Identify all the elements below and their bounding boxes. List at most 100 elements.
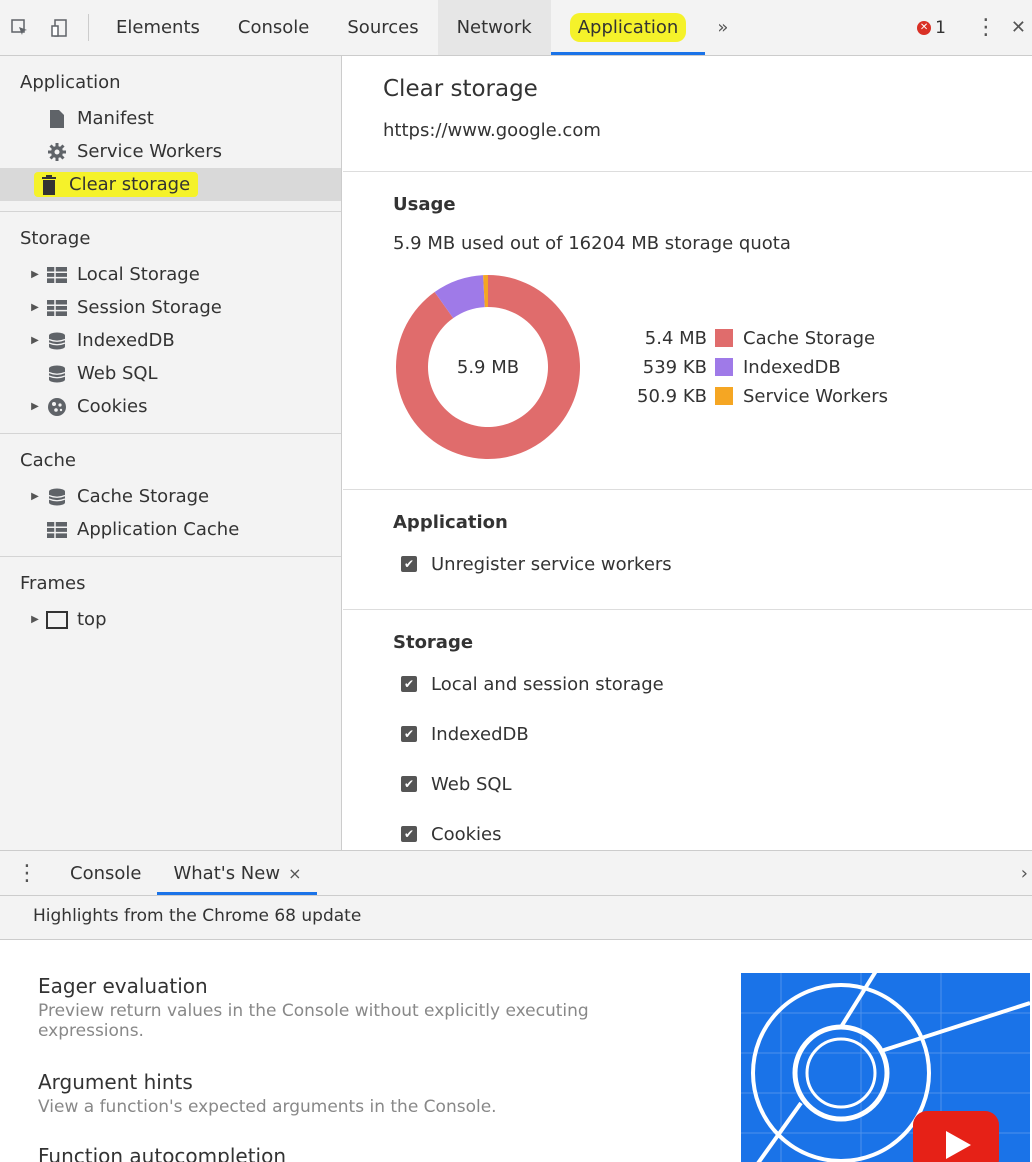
storage-heading: Storage xyxy=(393,632,474,653)
sidebar-item-clear-storage[interactable]: Clear storage xyxy=(0,168,341,201)
tab-label: Elements xyxy=(116,17,200,38)
feature-function-autocompletion: Function autocompletion xyxy=(38,1144,698,1162)
checkbox-indexeddb[interactable]: ✔ IndexedDB xyxy=(393,709,1032,759)
checkbox-label: Web SQL xyxy=(431,773,512,795)
tab-network[interactable]: Network xyxy=(437,0,551,55)
usage-section: Usage 5.9 MB used out of 16204 MB storag… xyxy=(343,172,1032,490)
drawer-tabbar: ⋮ Console What's New × › xyxy=(0,850,1032,896)
more-tabs-button[interactable]: » xyxy=(705,0,740,55)
sidebar-item-label: Web SQL xyxy=(77,363,158,384)
legend-amount: 5.4 MB xyxy=(644,327,707,349)
youtube-play-icon xyxy=(913,1111,999,1162)
storage-section: Storage ✔ Local and session storage ✔ Index… xyxy=(343,610,1032,850)
tab-label: Application xyxy=(569,13,687,42)
inspect-element-icon[interactable] xyxy=(0,0,40,55)
checkbox-icon[interactable]: ✔ xyxy=(401,676,417,692)
sidebar-item-label: Cookies xyxy=(77,396,148,417)
sidebar-section-title: Storage xyxy=(20,228,91,249)
sidebar-item-session-storage[interactable]: ▶ Session Storage xyxy=(0,291,341,324)
sidebar-section-title: Cache xyxy=(20,450,76,471)
sidebar-item-label: Cache Storage xyxy=(77,486,210,507)
drawer-tab-whats-new[interactable]: What's New × xyxy=(157,851,318,895)
sidebar-section-storage: Storage ▶ Local Storage ▶ Session Storage ▶ In… xyxy=(0,212,341,434)
sidebar-item-label: top xyxy=(77,609,107,630)
sidebar-item-label: Application Cache xyxy=(77,519,240,540)
checkbox-icon[interactable]: ✔ xyxy=(401,826,417,842)
chrome-logo-illustration xyxy=(741,973,1030,1162)
checkbox-icon[interactable]: ✔ xyxy=(401,726,417,742)
chrome-update-video-thumbnail[interactable] xyxy=(741,973,1030,1162)
sidebar-item-manifest[interactable]: Manifest xyxy=(0,102,341,135)
cookie-icon xyxy=(46,397,68,417)
sidebar-section-application: Application Manifest Service Workers Clear … xyxy=(0,56,341,212)
drawer-menu-icon[interactable]: ⋮ xyxy=(0,851,54,895)
expand-arrow-icon[interactable]: ▶ xyxy=(30,491,40,502)
feature-description: View a function's expected arguments in … xyxy=(38,1097,497,1117)
checkbox-label: Local and session storage xyxy=(431,673,664,695)
customize-menu-icon[interactable]: ⋮ xyxy=(975,16,997,39)
checkbox-local-and-session-storage[interactable]: ✔ Local and session storage xyxy=(393,659,1032,709)
toolbar-right: ✕ 1 ⋮ ✕ xyxy=(917,0,1032,55)
tab-console[interactable]: Console xyxy=(219,0,328,55)
tab-sources[interactable]: Sources xyxy=(328,0,437,55)
feature-title: Function autocompletion xyxy=(38,1144,287,1162)
close-drawer-icon[interactable]: › xyxy=(1021,851,1032,895)
checkbox-label: Cookies xyxy=(431,823,502,845)
sidebar-item-indexeddb[interactable]: ▶ IndexedDB xyxy=(0,324,341,357)
clear-storage-panel: Clear storage https://www.google.com Usa… xyxy=(343,56,1032,850)
application-checks: ✔ Unregister service workers xyxy=(393,539,1032,589)
expand-arrow-icon[interactable]: ▶ xyxy=(30,269,40,280)
tab-application[interactable]: Application xyxy=(550,0,706,55)
error-count: 1 xyxy=(935,17,946,38)
gear-icon xyxy=(46,142,68,162)
database-icon xyxy=(46,364,68,384)
close-tab-icon[interactable]: × xyxy=(288,864,301,883)
expand-arrow-icon[interactable]: ▶ xyxy=(30,614,40,625)
whats-new-heading: Highlights from the Chrome 68 update xyxy=(0,896,1032,940)
tab-elements[interactable]: Elements xyxy=(97,0,219,55)
error-count-badge[interactable]: ✕ 1 xyxy=(917,18,946,38)
expand-arrow-icon[interactable]: ▶ xyxy=(30,401,40,412)
sidebar-item-local-storage[interactable]: ▶ Local Storage xyxy=(0,258,341,291)
sidebar-section-title: Frames xyxy=(20,573,86,594)
sidebar-item-cache-storage[interactable]: ▶ Cache Storage xyxy=(0,480,341,513)
legend-swatch xyxy=(715,358,733,376)
frame-icon xyxy=(46,610,68,630)
expand-arrow-icon[interactable]: ▶ xyxy=(30,335,40,346)
legend-swatch xyxy=(715,387,733,405)
legend-amount: 539 KB xyxy=(642,356,707,378)
sidebar-item-label: Service Workers xyxy=(77,141,223,162)
origin-url: https://www.google.com xyxy=(383,120,601,141)
sidebar-item-service-workers[interactable]: Service Workers xyxy=(0,135,341,168)
panel-header: Clear storage https://www.google.com xyxy=(343,56,1032,172)
sidebar-item-application-cache[interactable]: Application Cache xyxy=(0,513,341,546)
database-icon xyxy=(46,487,68,507)
sidebar-item-top[interactable]: ▶ top xyxy=(0,603,341,636)
feature-title: Argument hints xyxy=(38,1070,193,1094)
legend-amount: 50.9 KB xyxy=(637,385,707,407)
drawer-tab-console[interactable]: Console xyxy=(54,851,157,895)
grid-icon xyxy=(46,265,68,285)
checkbox-web-sql[interactable]: ✔ Web SQL xyxy=(393,759,1032,809)
checkbox-label: IndexedDB xyxy=(431,723,529,745)
devtools-toolbar: Elements Console Sources Network Applica… xyxy=(0,0,1032,56)
sidebar-item-cookies[interactable]: ▶ Cookies xyxy=(0,390,341,423)
checkbox-icon[interactable]: ✔ xyxy=(401,556,417,572)
sidebar: Application Manifest Service Workers Clear … xyxy=(0,56,342,850)
expand-arrow-icon[interactable]: ▶ xyxy=(30,302,40,313)
toolbar-divider xyxy=(88,14,89,41)
close-devtools-icon[interactable]: ✕ xyxy=(1011,17,1026,38)
donut-center-label: 5.9 MB xyxy=(457,357,519,378)
sidebar-item-label: Local Storage xyxy=(77,264,200,285)
trash-icon xyxy=(38,174,60,195)
checkbox-cookies[interactable]: ✔ Cookies xyxy=(393,809,1032,850)
sidebar-item-web-sql[interactable]: Web SQL xyxy=(0,357,341,390)
device-toolbar-icon[interactable] xyxy=(40,0,80,55)
checkbox-unregister-service-workers[interactable]: ✔ Unregister service workers xyxy=(393,539,1032,589)
sidebar-item-label: Session Storage xyxy=(77,297,222,318)
sidebar-item-label: Manifest xyxy=(77,108,154,129)
feature-eager-evaluation: Eager evaluation Preview return values i… xyxy=(38,974,698,1041)
sidebar-item-label: Clear storage xyxy=(69,174,191,195)
checkbox-icon[interactable]: ✔ xyxy=(401,776,417,792)
legend-swatch xyxy=(715,329,733,347)
